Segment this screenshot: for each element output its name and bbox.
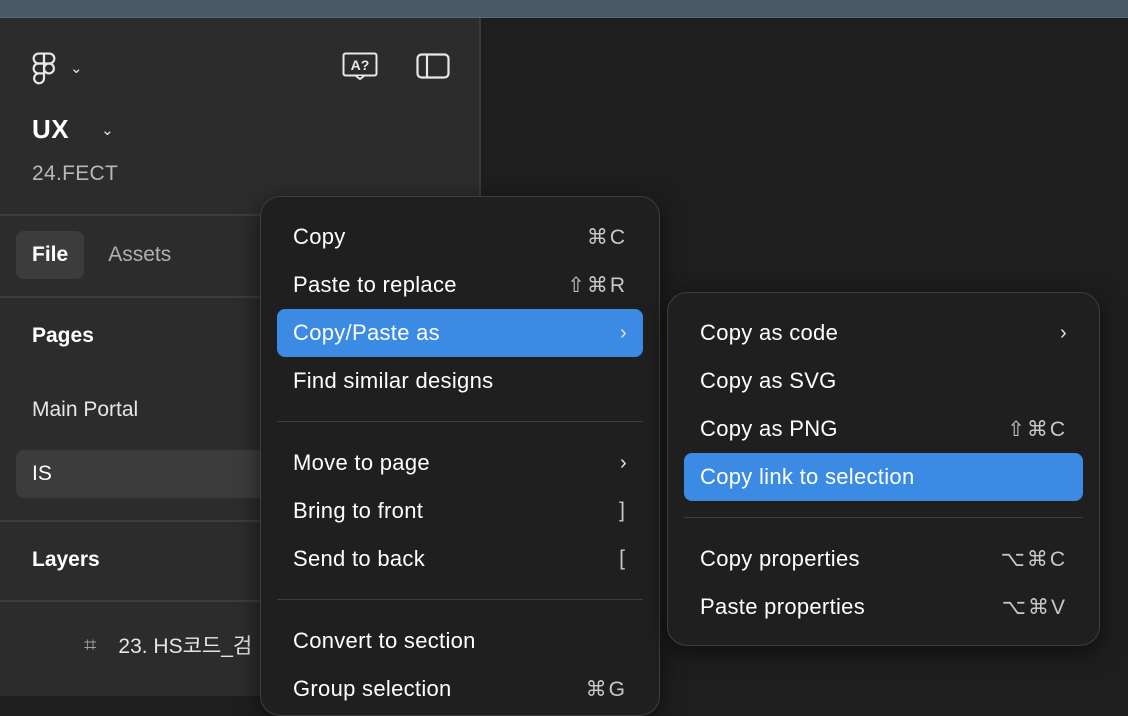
menu-shortcut: ⇧⌘R	[567, 273, 627, 297]
menu-item-find-similar-designs[interactable]: Find similar designs	[277, 357, 643, 405]
chevron-down-icon: ⌄	[101, 121, 114, 139]
figma-logo-icon	[32, 52, 56, 85]
menu-item-copy-paste-as[interactable]: Copy/Paste as ›	[277, 309, 643, 357]
file-name-button[interactable]: UX ⌄	[32, 114, 114, 145]
layers-heading: Layers	[32, 548, 100, 571]
file-name: UX	[32, 114, 70, 144]
menu-item-label: Move to page	[293, 450, 430, 475]
menu-item-label: Convert to section	[293, 628, 476, 653]
menu-item-label: Copy as PNG	[700, 416, 838, 441]
menu-shortcut: ⌘C	[586, 225, 627, 249]
window-top-bar	[0, 0, 1128, 18]
context-menu: Copy ⌘C Paste to replace ⇧⌘R Copy/Paste …	[260, 196, 660, 716]
menu-item-label: Paste properties	[700, 594, 865, 619]
pages-heading: Pages	[32, 324, 94, 347]
tab-assets[interactable]: Assets	[92, 231, 187, 279]
menu-separator	[277, 421, 643, 422]
menu-item-label: Copy as code	[700, 320, 839, 345]
main-menu-button[interactable]: ⌄	[28, 48, 92, 88]
page-item-main-portal[interactable]: Main Portal	[16, 386, 278, 434]
project-name[interactable]: 24.FECT	[32, 162, 118, 186]
menu-shortcut: ⌘G	[585, 677, 627, 701]
sidebar-tabs: File Assets	[16, 231, 187, 279]
menu-shortcut: ⌥⌘C	[1000, 547, 1067, 571]
menu-shortcut: ⇧⌘C	[1007, 417, 1067, 441]
menu-item-label: Copy as SVG	[700, 368, 837, 393]
translate-button[interactable]: A?	[340, 50, 380, 82]
menu-item-copy-as-svg[interactable]: Copy as SVG	[684, 357, 1083, 405]
chevron-right-icon: ›	[620, 321, 627, 344]
menu-item-copy-properties[interactable]: Copy properties ⌥⌘C	[684, 535, 1083, 583]
menu-item-copy-as-code[interactable]: Copy as code ›	[684, 309, 1083, 357]
toggle-sidebar-button[interactable]	[413, 50, 453, 82]
menu-separator	[277, 599, 643, 600]
sidebar-toggle-icon	[416, 53, 450, 79]
menu-item-label: Copy/Paste as	[293, 320, 440, 345]
chevron-right-icon: ›	[620, 451, 627, 474]
menu-separator	[684, 517, 1083, 518]
tab-file[interactable]: File	[16, 231, 85, 279]
menu-item-group-selection[interactable]: Group selection ⌘G	[277, 665, 643, 713]
menu-item-label: Bring to front	[293, 498, 424, 523]
copy-paste-as-submenu: Copy as code › Copy as SVG Copy as PNG ⇧…	[667, 292, 1100, 646]
menu-item-label: Paste to replace	[293, 272, 457, 297]
menu-item-label: Copy properties	[700, 546, 860, 571]
chevron-right-icon: ›	[1060, 321, 1067, 344]
menu-item-label: Send to back	[293, 546, 426, 571]
menu-item-send-to-back[interactable]: Send to back [	[277, 535, 643, 583]
chevron-down-icon: ⌄	[70, 60, 83, 77]
svg-text:A?: A?	[351, 57, 370, 73]
layer-item[interactable]: ⌗ 23. HS코드_검	[84, 630, 252, 660]
menu-item-move-to-page[interactable]: Move to page ›	[277, 439, 643, 487]
menu-item-copy[interactable]: Copy ⌘C	[277, 213, 643, 261]
menu-shortcut: [	[619, 547, 627, 570]
translate-icon: A?	[342, 52, 378, 80]
menu-item-paste-to-replace[interactable]: Paste to replace ⇧⌘R	[277, 261, 643, 309]
menu-item-copy-as-png[interactable]: Copy as PNG ⇧⌘C	[684, 405, 1083, 453]
menu-item-bring-to-front[interactable]: Bring to front ]	[277, 487, 643, 535]
menu-shortcut: ]	[619, 499, 627, 522]
menu-item-label: Group selection	[293, 676, 452, 701]
menu-item-copy-link-to-selection[interactable]: Copy link to selection	[684, 453, 1083, 501]
menu-item-label: Copy link to selection	[700, 464, 915, 489]
frame-icon: ⌗	[84, 632, 97, 657]
menu-item-label: Copy	[293, 224, 346, 249]
menu-item-convert-to-section[interactable]: Convert to section	[277, 617, 643, 665]
menu-item-label: Find similar designs	[293, 368, 494, 393]
menu-item-paste-properties[interactable]: Paste properties ⌥⌘V	[684, 583, 1083, 631]
menu-shortcut: ⌥⌘V	[1001, 595, 1067, 619]
page-item-is[interactable]: IS	[16, 450, 278, 498]
layer-label: 23. HS코드_검	[118, 635, 253, 658]
